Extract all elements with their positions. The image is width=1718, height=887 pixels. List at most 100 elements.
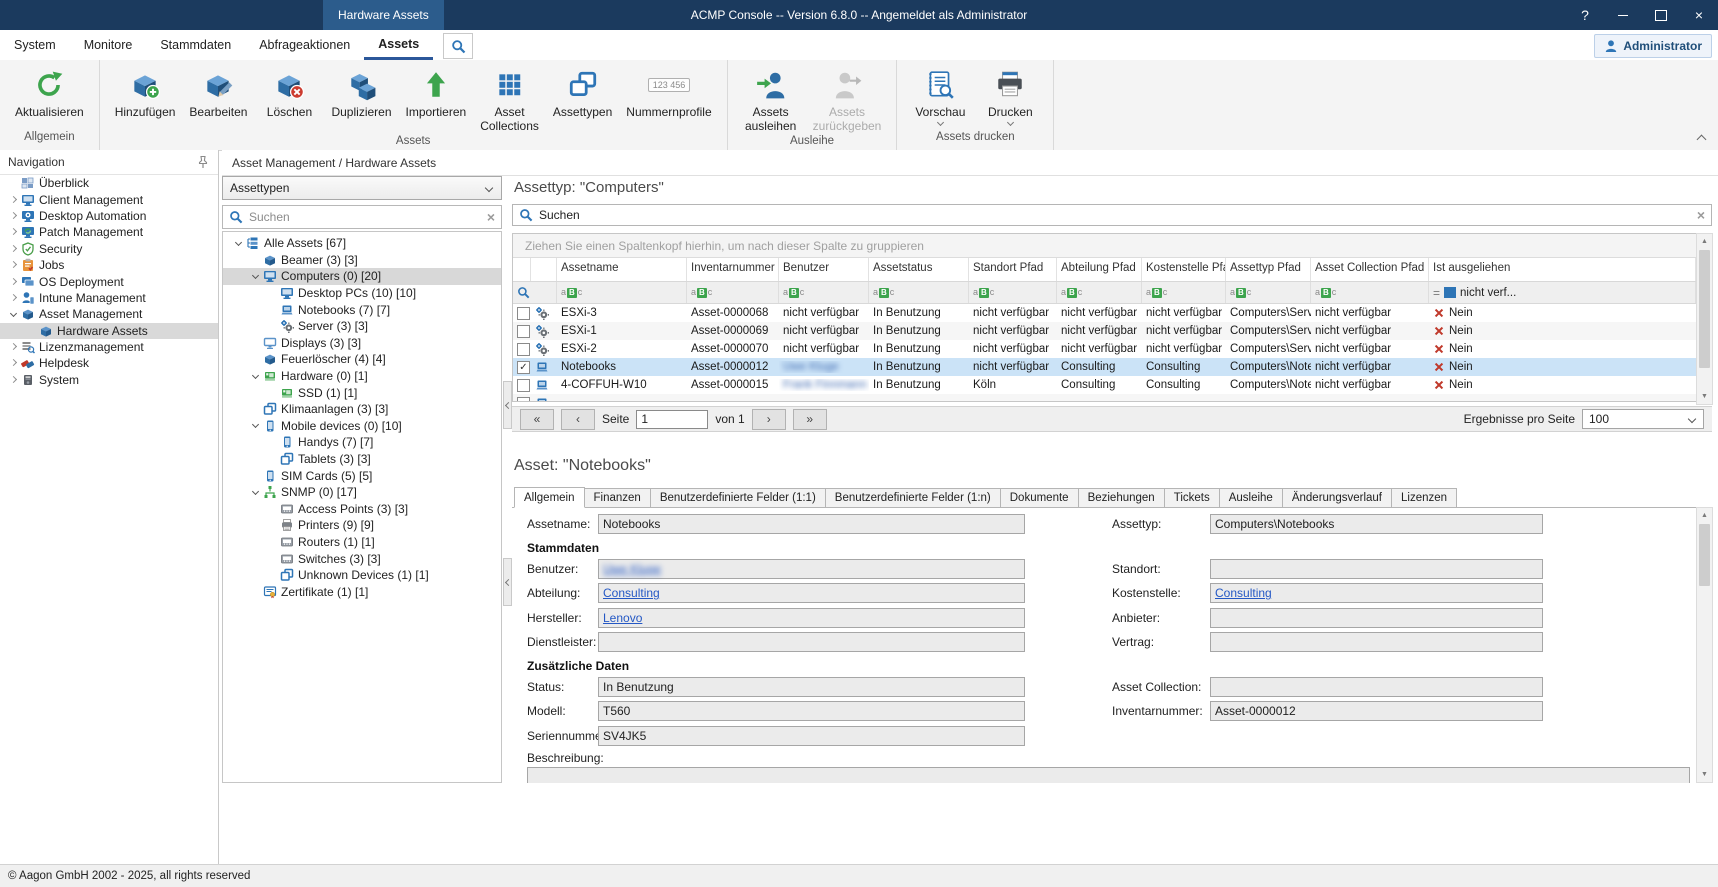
field-assetname[interactable]: Notebooks	[598, 514, 1025, 534]
assettype-item-feuerlöscher[interactable]: Feuerlöscher (4) [4]	[223, 351, 501, 368]
prev-page-button[interactable]: ‹	[561, 409, 595, 430]
clear-search-icon[interactable]: ×	[487, 209, 495, 225]
chevron-right-icon[interactable]	[8, 358, 19, 369]
assettype-item-routers[interactable]: Routers (1) [1]	[223, 534, 501, 551]
row-checkbox[interactable]	[517, 379, 530, 392]
assettype-item-printers[interactable]: Printers (9) [9]	[223, 517, 501, 534]
ribbon-button-vorschau[interactable]: Vorschau	[905, 63, 975, 129]
column-header-benutzer[interactable]: Benutzer	[779, 258, 869, 281]
ribbon-button-importieren[interactable]: Importieren	[399, 63, 474, 121]
field-dienstleister[interactable]	[598, 632, 1025, 652]
sidebar-item-lizenzmanagement[interactable]: Lizenzmanagement	[0, 339, 218, 355]
scroll-down-icon[interactable]: ▼	[1697, 767, 1712, 782]
table-search-input[interactable]: Suchen ×	[512, 204, 1712, 226]
chevron-right-icon[interactable]	[8, 276, 19, 287]
next-page-button[interactable]: ›	[752, 409, 786, 430]
column-header-assetname[interactable]: Assetname	[557, 258, 687, 281]
per-page-select[interactable]: 100	[1582, 409, 1704, 429]
row-checkbox[interactable]	[517, 343, 530, 356]
typetree-search-input[interactable]: Suchen ×	[222, 205, 502, 229]
tab-allgemein[interactable]: Allgemein	[514, 487, 585, 508]
help-button[interactable]: ?	[1566, 0, 1604, 30]
table-row-esxi-1[interactable]: ESXi-1Asset-0000069nicht verfügbarIn Ben…	[513, 322, 1696, 340]
table-row[interactable]	[513, 394, 1696, 401]
column-header-inventarnummer[interactable]: Inventarnummer	[687, 258, 779, 281]
last-page-button[interactable]: »	[793, 409, 827, 430]
ribbon-collapse-chevron-icon[interactable]	[1696, 133, 1708, 143]
collapse-handle-icon[interactable]	[503, 558, 512, 606]
ribbon-button-löschen[interactable]: Löschen	[254, 63, 324, 121]
column-header-assetstatus[interactable]: Assetstatus	[869, 258, 969, 281]
chevron-right-icon[interactable]	[8, 194, 19, 205]
chevron-down-icon[interactable]	[233, 238, 244, 249]
menu-search-button[interactable]	[443, 33, 473, 59]
assettype-item-klimaanlagen[interactable]: Klimaanlagen (3) [3]	[223, 401, 501, 418]
ribbon-button-assets-ausleihen[interactable]: Assets ausleihen	[736, 63, 806, 135]
ribbon-button-duplizieren[interactable]: Duplizieren	[324, 63, 398, 121]
filter-cell-asset-collection-pfad[interactable]: aBc	[1311, 282, 1429, 303]
assettype-item-zertifikate[interactable]: Zertifikate (1) [1]	[223, 583, 501, 600]
chevron-down-icon[interactable]	[250, 371, 261, 382]
chevron-right-icon[interactable]	[8, 292, 19, 303]
sidebar-item-intune-management[interactable]: Intune Management	[0, 290, 218, 306]
assettypen-dropdown[interactable]: Assettypen	[222, 176, 502, 200]
filter-cell-assetstatus[interactable]: aBc	[869, 282, 969, 303]
assettype-item-snmp[interactable]: SNMP (0) [17]	[223, 484, 501, 501]
row-checkbox[interactable]	[517, 397, 530, 402]
row-checkbox[interactable]	[517, 307, 530, 320]
menu-item-system[interactable]: System	[0, 30, 70, 60]
scroll-thumb[interactable]	[1699, 524, 1710, 586]
sidebar-item-asset-management[interactable]: Asset Management	[0, 306, 218, 322]
ribbon-button-bearbeiten[interactable]: Bearbeiten	[182, 63, 254, 121]
sidebar-item-security[interactable]: Security	[0, 241, 218, 257]
scroll-thumb[interactable]	[1699, 250, 1710, 368]
table-scrollbar[interactable]: ▲ ▼	[1696, 233, 1713, 405]
pin-icon[interactable]	[196, 155, 210, 169]
row-checkbox[interactable]	[517, 325, 530, 338]
filter-cell-ist-ausgeliehen[interactable]: =nicht verf...	[1429, 282, 1696, 303]
column-header-asset-collection-pfad[interactable]: Asset Collection Pfad	[1311, 258, 1429, 281]
ribbon-button-aktualisieren[interactable]: Aktualisieren	[8, 63, 91, 121]
field-kostenstelle[interactable]: Consulting	[1210, 583, 1543, 603]
filter-cell-assetname[interactable]: aBc	[557, 282, 687, 303]
row-checkbox[interactable]: ✓	[517, 361, 530, 374]
tab-tickets[interactable]: Tickets	[1165, 488, 1220, 508]
assettype-item-notebooks[interactable]: Notebooks (7) [7]	[223, 301, 501, 318]
table-row-esxi-2[interactable]: ESXi-2Asset-0000070nicht verfügbarIn Ben…	[513, 340, 1696, 358]
filter-cell-assettyp-pfad[interactable]: aBc	[1226, 282, 1311, 303]
table-row-4-coffuh-w10[interactable]: 4-COFFUH-W10Asset-0000015Frank FinnmannI…	[513, 376, 1696, 394]
field-anbieter[interactable]	[1210, 608, 1543, 628]
minimize-button[interactable]	[1604, 0, 1642, 30]
field-seriennummer[interactable]: SV4JK5	[598, 726, 1025, 746]
chevron-right-icon[interactable]	[8, 243, 19, 254]
chevron-down-icon[interactable]	[250, 420, 261, 431]
chevron-right-icon[interactable]	[8, 227, 19, 238]
first-page-button[interactable]: «	[520, 409, 554, 430]
filter-cell-benutzer[interactable]: aBc	[779, 282, 869, 303]
tab-lizenzen[interactable]: Lizenzen	[1392, 488, 1457, 508]
table-row-esxi-3[interactable]: ESXi-3Asset-0000068nicht verfügbarIn Ben…	[513, 304, 1696, 322]
sidebar-item-überblick[interactable]: Überblick	[0, 175, 218, 191]
sidebar-item-os-deployment[interactable]: OS Deployment	[0, 273, 218, 289]
ribbon-button-hinzufügen[interactable]: Hinzufügen	[108, 63, 183, 121]
field-asset-collection[interactable]	[1210, 677, 1543, 697]
tab-dokumente[interactable]: Dokumente	[1001, 488, 1079, 508]
close-button[interactable]: ×	[1680, 0, 1718, 30]
field-assettyp[interactable]: Computers\Notebooks	[1210, 514, 1543, 534]
field-abteilung[interactable]: Consulting	[598, 583, 1025, 603]
page-input[interactable]: 1	[636, 410, 708, 429]
assettype-item-displays[interactable]: Displays (3) [3]	[223, 335, 501, 352]
menu-item-monitore[interactable]: Monitore	[70, 30, 147, 60]
chevron-right-icon[interactable]	[8, 210, 19, 221]
filter-cell-kostenstelle-pfad[interactable]: aBc	[1142, 282, 1226, 303]
assettype-item-beamer[interactable]: Beamer (3) [3]	[223, 252, 501, 269]
chevron-right-icon[interactable]	[8, 260, 19, 271]
detail-scrollbar[interactable]: ▲ ▼	[1696, 507, 1713, 783]
scroll-up-icon[interactable]: ▲	[1697, 234, 1712, 249]
sidebar-item-patch-management[interactable]: Patch Management	[0, 224, 218, 240]
field-status[interactable]: In Benutzung	[598, 677, 1025, 697]
column-header-kostenstelle-pfad[interactable]: Kostenstelle Pfad	[1142, 258, 1226, 281]
assettype-item-switches[interactable]: Switches (3) [3]	[223, 550, 501, 567]
assettype-item-desktop-pcs[interactable]: Desktop PCs (10) [10]	[223, 285, 501, 302]
tab-beziehungen[interactable]: Beziehungen	[1079, 488, 1165, 508]
